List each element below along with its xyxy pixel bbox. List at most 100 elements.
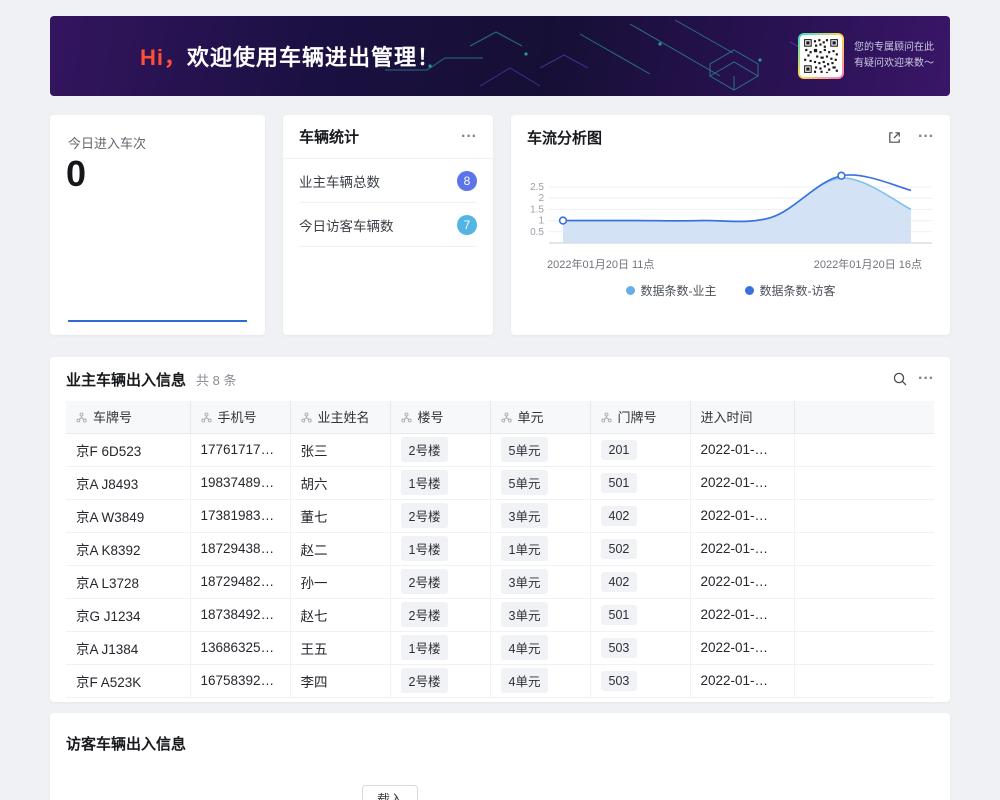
- more-icon[interactable]: ···: [918, 129, 934, 145]
- cell-time: 2022-01-…: [690, 532, 794, 565]
- table-row[interactable]: 京A W384917381983…董七2号楼3单元4022022-01-…: [66, 499, 934, 532]
- cell-unit: 5单元: [490, 466, 590, 499]
- tag: 2号楼: [401, 602, 449, 627]
- cell-phone: 19837489…: [190, 466, 290, 499]
- cell-plate: 京A J1384: [66, 631, 190, 664]
- column-header[interactable]: 单元: [490, 401, 590, 433]
- more-icon[interactable]: ···: [918, 371, 934, 387]
- field-icon: [201, 412, 212, 423]
- tag: 1单元: [501, 536, 549, 561]
- tag: 2号楼: [401, 668, 449, 693]
- cell-name: 王五: [290, 631, 390, 664]
- accent-underline: [68, 320, 247, 322]
- cell-empty: [794, 466, 934, 499]
- owner-table-title: 业主车辆出入信息: [66, 369, 186, 390]
- stat-badge: 7: [457, 215, 477, 235]
- chart-card-title: 车流分析图: [527, 127, 602, 148]
- cell-name: 李四: [290, 664, 390, 697]
- column-header[interactable]: 门牌号: [590, 401, 690, 433]
- column-header[interactable]: 手机号: [190, 401, 290, 433]
- cell-door: 402: [590, 565, 690, 598]
- cell-time: 2022-01-…: [690, 565, 794, 598]
- legend-item[interactable]: 数据条数-业主: [626, 282, 717, 299]
- tag: 1号楼: [401, 536, 449, 561]
- cell-unit: 4单元: [490, 664, 590, 697]
- cell-door: 201: [590, 433, 690, 466]
- cell-name: 董七: [290, 499, 390, 532]
- cell-empty: [794, 433, 934, 466]
- table-row[interactable]: 京G J123418738492…赵七2号楼3单元5012022-01-…: [66, 598, 934, 631]
- tag: 402: [601, 572, 638, 592]
- owner-vehicle-table: 车牌号手机号业主姓名楼号单元门牌号进入时间京F 6D52317761717…张三…: [66, 401, 934, 698]
- today-entry-card: 今日进入车次 0: [50, 115, 265, 335]
- cell-empty: [794, 565, 934, 598]
- export-icon[interactable]: [887, 130, 902, 145]
- cell-plate: 京A W3849: [66, 499, 190, 532]
- table-row[interactable]: 京A K839218729438…赵二1号楼1单元5022022-01-…: [66, 532, 934, 565]
- column-header[interactable]: 车牌号: [66, 401, 190, 433]
- legend-item[interactable]: 数据条数-访客: [745, 282, 836, 299]
- cell-building: 2号楼: [390, 598, 490, 631]
- stats-card-title: 车辆统计: [299, 126, 359, 147]
- table-row[interactable]: 京F A523K16758392…李四2号楼4单元5032022-01-…: [66, 664, 934, 697]
- cell-phone: 17761717…: [190, 433, 290, 466]
- cell-door: 402: [590, 499, 690, 532]
- banner-right: 您的专属顾问在此 有疑问欢迎来数～: [798, 33, 934, 79]
- tag: 2号楼: [401, 503, 449, 528]
- banner-title-prefix: Hi，: [140, 45, 187, 70]
- qr-code-image: [803, 38, 839, 74]
- legend-label: 数据条数-业主: [641, 282, 717, 299]
- search-icon[interactable]: [892, 371, 908, 387]
- tag: 502: [601, 539, 638, 559]
- cell-building: 1号楼: [390, 532, 490, 565]
- legend-label: 数据条数-访客: [760, 282, 836, 299]
- svg-text:0.5: 0.5: [530, 227, 544, 238]
- qr-caption: 您的专属顾问在此 有疑问欢迎来数～: [854, 40, 934, 72]
- today-entry-title: 今日进入车次: [68, 133, 146, 152]
- svg-text:2.5: 2.5: [530, 182, 544, 193]
- column-header-label: 手机号: [218, 410, 257, 425]
- column-header-label: 进入时间: [701, 410, 753, 425]
- column-header[interactable]: 进入时间: [690, 401, 794, 433]
- svg-text:1.5: 1.5: [530, 204, 544, 215]
- column-header: [794, 401, 934, 433]
- stat-item: 今日访客车辆数7: [299, 203, 477, 247]
- field-icon: [301, 412, 312, 423]
- cell-empty: [794, 598, 934, 631]
- chart-legend: 数据条数-业主 数据条数-访客: [511, 282, 950, 299]
- cell-name: 胡六: [290, 466, 390, 499]
- tag: 402: [601, 506, 638, 526]
- legend-dot-icon: [626, 286, 635, 295]
- tag: 503: [601, 671, 638, 691]
- cell-time: 2022-01-…: [690, 433, 794, 466]
- cell-building: 1号楼: [390, 631, 490, 664]
- cell-name: 孙一: [290, 565, 390, 598]
- table-row[interactable]: 京A L372818729482…孙一2号楼3单元4022022-01-…: [66, 565, 934, 598]
- qr-code: [798, 33, 844, 79]
- tag: 3单元: [501, 602, 549, 627]
- column-header[interactable]: 楼号: [390, 401, 490, 433]
- cell-plate: 京F 6D523: [66, 433, 190, 466]
- stat-item: 业主车辆总数8: [299, 159, 477, 203]
- svg-text:1: 1: [538, 216, 544, 227]
- table-row[interactable]: 京A J849319837489…胡六1号楼5单元5012022-01-…: [66, 466, 934, 499]
- traffic-chart-card: 车流分析图 ··· 0.511.522.5 2022年01月20日 11点 20…: [511, 115, 950, 335]
- tag: 2号楼: [401, 437, 449, 462]
- field-icon: [76, 412, 87, 423]
- x-axis-label-start: 2022年01月20日 11点: [547, 256, 654, 272]
- cell-phone: 18729438…: [190, 532, 290, 565]
- load-button[interactable]: 载入: [362, 785, 418, 800]
- tag: 5单元: [501, 437, 549, 462]
- vehicle-stats-card: 车辆统计 ··· 业主车辆总数8今日访客车辆数7: [283, 115, 493, 335]
- tag: 4单元: [501, 635, 549, 660]
- column-header[interactable]: 业主姓名: [290, 401, 390, 433]
- tag: 501: [601, 473, 638, 493]
- more-icon[interactable]: ···: [461, 129, 477, 145]
- tag: 1号楼: [401, 470, 449, 495]
- table-row[interactable]: 京A J138413686325…王五1号楼4单元5032022-01-…: [66, 631, 934, 664]
- cell-time: 2022-01-…: [690, 466, 794, 499]
- cell-building: 2号楼: [390, 664, 490, 697]
- x-axis-label-end: 2022年01月20日 16点: [814, 256, 922, 272]
- owner-vehicle-table-card: 业主车辆出入信息 共 8 条 ··· 车牌号手机号业主姓名楼号单元门牌号进入时间…: [50, 357, 950, 702]
- table-row[interactable]: 京F 6D52317761717…张三2号楼5单元2012022-01-…: [66, 433, 934, 466]
